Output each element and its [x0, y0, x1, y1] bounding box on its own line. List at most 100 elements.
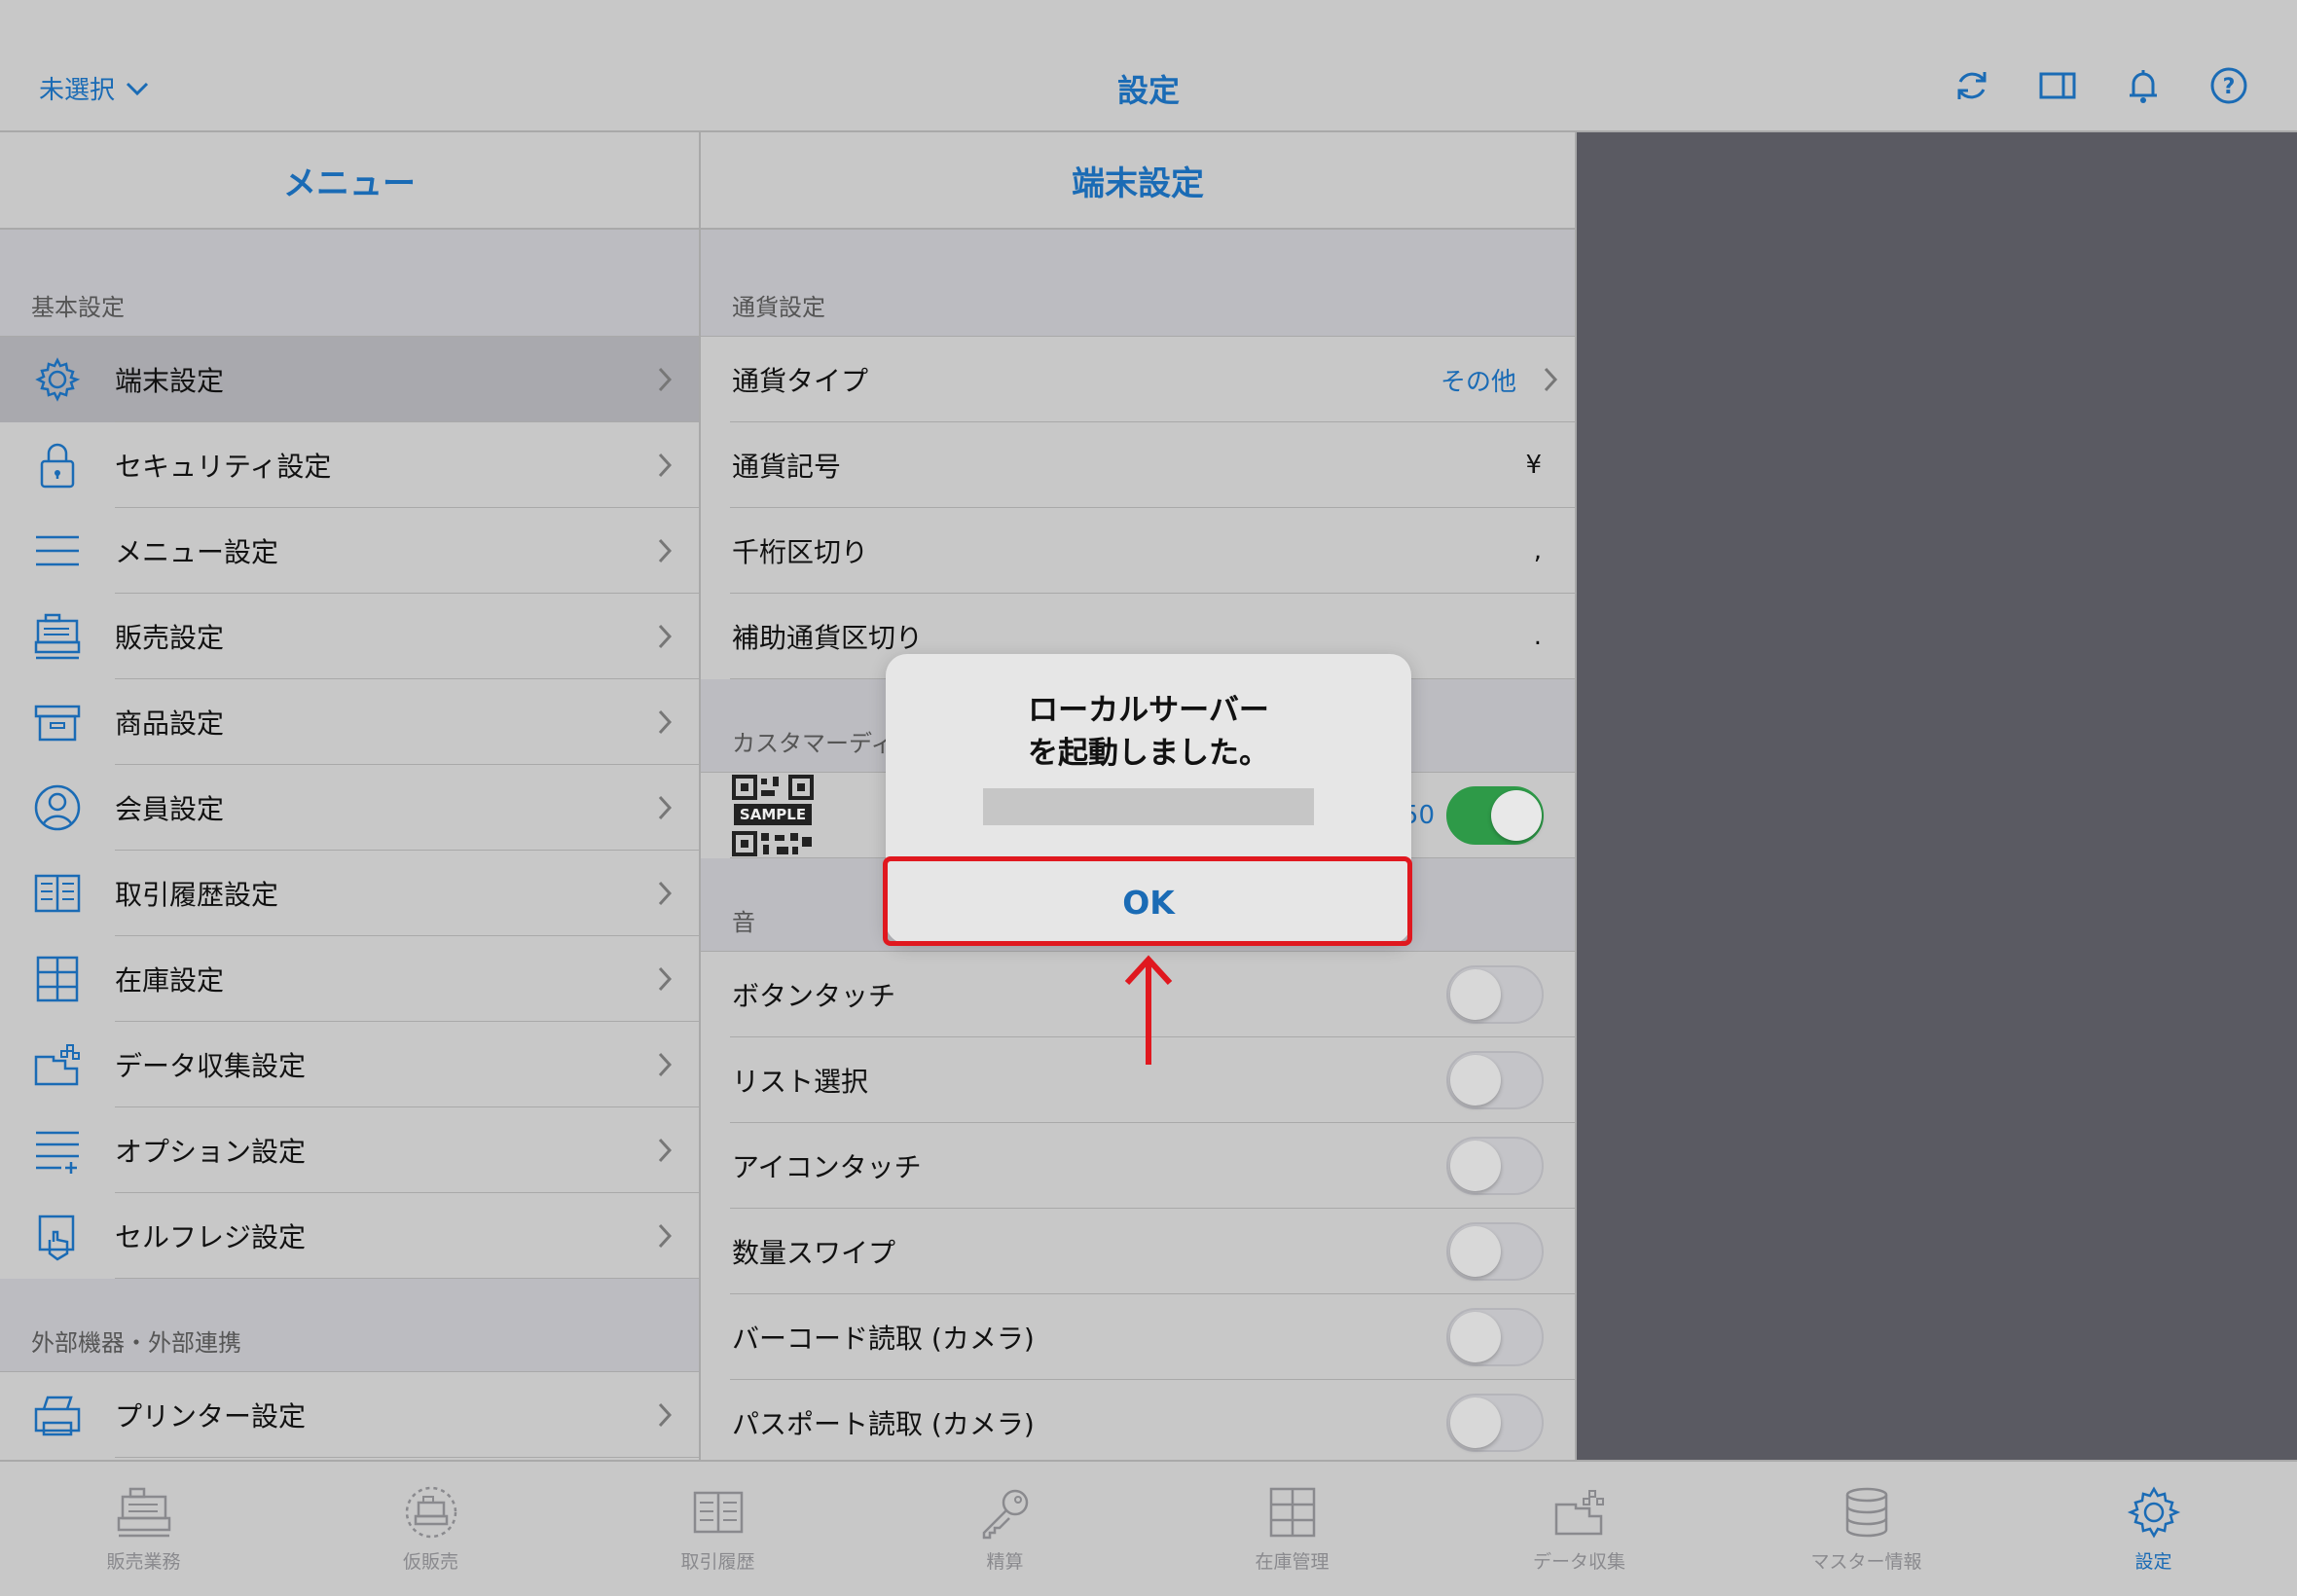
menu-item-self-register-settings[interactable]: セルフレジ設定	[0, 1193, 699, 1279]
chevron-right-icon	[658, 1402, 673, 1428]
menu-item-printer-settings[interactable]: プリンター設定	[0, 1372, 699, 1458]
temp-sale-tab-icon	[405, 1486, 456, 1538]
svg-text:?: ?	[2223, 75, 2236, 99]
menu-item-sales-settings[interactable]: 販売設定	[0, 594, 699, 679]
chevron-right-icon	[658, 1223, 673, 1249]
sync-button[interactable]	[1952, 64, 1991, 107]
decimal-separator-label: 補助通貨区切り	[732, 622, 924, 654]
menu-item-option-settings[interactable]: オプション設定	[0, 1107, 699, 1193]
currency-symbol-value: ¥	[1525, 451, 1542, 480]
menu-item-menu-settings[interactable]: メニュー設定	[0, 508, 699, 594]
bell-icon	[2130, 70, 2157, 103]
chevron-right-icon	[658, 795, 673, 820]
split-view-button[interactable]	[2038, 64, 2077, 107]
chevron-right-icon	[658, 709, 673, 735]
quantity-swipe-toggle[interactable]	[1446, 1222, 1544, 1281]
self-register-icon	[38, 1215, 75, 1261]
book-icon	[34, 874, 81, 913]
hamburger-icon	[36, 535, 79, 566]
tab-label: 販売業務	[106, 1550, 181, 1573]
list-select-toggle[interactable]	[1446, 1051, 1544, 1109]
tab-history[interactable]: 取引履歴	[574, 1462, 861, 1596]
qr-code-image: SAMPLE	[732, 775, 814, 856]
alert-title-line2: を起動しました。	[1028, 736, 1269, 771]
currency-type-value: その他	[1440, 367, 1516, 397]
notification-button[interactable]	[2124, 64, 2163, 107]
thousands-separator-label: 千桁区切り	[732, 536, 869, 568]
tab-sales[interactable]: 販売業務	[0, 1462, 287, 1596]
thousands-separator-row[interactable]: 千桁区切り ,	[701, 508, 1575, 594]
chevron-right-icon	[658, 881, 673, 906]
chevron-right-icon	[658, 1138, 673, 1163]
data-tab-icon	[1554, 1489, 1604, 1535]
tab-master-info[interactable]: マスター情報	[1723, 1462, 2010, 1596]
tab-label: マスター情報	[1810, 1550, 1922, 1573]
sound-quantity-swipe-row: 数量スワイプ	[701, 1209, 1575, 1294]
menu-item-label: メニュー設定	[115, 536, 279, 568]
box-icon	[34, 705, 81, 742]
currency-type-label: 通貨タイプ	[732, 365, 869, 397]
sound-item-label: パスポート読取 (カメラ)	[732, 1408, 1035, 1440]
help-icon: ?	[2210, 67, 2247, 104]
menu-item-data-collection-settings[interactable]: データ収集設定	[0, 1022, 699, 1107]
menu-item-label: 取引履歴設定	[115, 879, 279, 911]
passport-camera-toggle[interactable]	[1446, 1394, 1544, 1452]
tab-label: 在庫管理	[1255, 1550, 1330, 1573]
gear-icon	[35, 357, 81, 402]
menu-item-inventory-settings[interactable]: 在庫設定	[0, 936, 699, 1022]
chevron-right-icon	[658, 367, 673, 392]
menu-item-label: セキュリティ設定	[115, 451, 332, 483]
data-collect-icon	[34, 1044, 80, 1086]
tab-label: 仮販売	[402, 1550, 458, 1573]
section-basic-settings: 基本設定	[0, 230, 699, 337]
currency-symbol-row[interactable]: 通貨記号 ¥	[701, 422, 1575, 508]
tab-data-collection[interactable]: データ収集	[1436, 1462, 1723, 1596]
chevron-right-icon	[658, 624, 673, 649]
tab-label: 精算	[986, 1550, 1024, 1573]
tab-temp-sale[interactable]: 仮販売	[287, 1462, 574, 1596]
section-external-devices: 外部機器・外部連携	[0, 1279, 699, 1372]
section-currency: 通貨設定	[701, 230, 1575, 337]
menu-item-label: 会員設定	[115, 793, 225, 825]
qr-sample-label: SAMPLE	[734, 804, 812, 825]
currency-type-row[interactable]: 通貨タイプ その他	[701, 337, 1575, 422]
menu-item-label: 在庫設定	[115, 964, 225, 997]
up-arrow-annotation	[1124, 955, 1173, 1065]
menu-item-security-settings[interactable]: セキュリティ設定	[0, 422, 699, 508]
menu-item-label: 販売設定	[115, 622, 225, 654]
sound-passport-camera-row: パスポート読取 (カメラ)	[701, 1380, 1575, 1460]
user-icon	[34, 784, 81, 831]
redacted-address	[983, 788, 1314, 825]
icon-touch-toggle[interactable]	[1446, 1137, 1544, 1195]
customer-display-toggle[interactable]	[1446, 786, 1544, 845]
tab-inventory[interactable]: 在庫管理	[1148, 1462, 1436, 1596]
menu-item-product-settings[interactable]: 商品設定	[0, 679, 699, 765]
sound-item-label: ボタンタッチ	[732, 980, 896, 1012]
barcode-camera-toggle[interactable]	[1446, 1308, 1544, 1366]
top-navigation-bar: 未選択 設定 ?	[0, 0, 2297, 132]
ok-button-highlight	[883, 856, 1412, 946]
database-tab-icon	[1845, 1487, 1887, 1537]
sound-item-label: リスト選択	[732, 1066, 869, 1098]
menu-item-terminal-settings[interactable]: 端末設定	[0, 337, 699, 422]
menu-header: メニュー	[0, 132, 699, 230]
button-touch-toggle[interactable]	[1446, 965, 1544, 1024]
menu-item-member-settings[interactable]: 会員設定	[0, 765, 699, 851]
sound-barcode-camera-row: バーコード読取 (カメラ)	[701, 1294, 1575, 1380]
options-list-icon	[36, 1131, 79, 1174]
menu-item-label: 端末設定	[115, 365, 225, 397]
menu-item-label: セルフレジ設定	[115, 1221, 307, 1253]
history-tab-icon	[693, 1491, 743, 1533]
alert-title: ローカルサーバー を起動しました。	[886, 689, 1411, 775]
currency-symbol-label: 通貨記号	[732, 451, 842, 483]
tab-settings[interactable]: 設定	[2010, 1462, 2297, 1596]
tab-label: 設定	[2134, 1550, 2172, 1573]
menu-item-history-settings[interactable]: 取引履歴設定	[0, 851, 699, 936]
printer-icon	[34, 1396, 81, 1436]
help-button[interactable]: ?	[2209, 64, 2248, 107]
shelf-icon	[36, 956, 79, 1002]
chevron-right-icon	[658, 453, 673, 478]
tab-settlement[interactable]: 精算	[861, 1462, 1148, 1596]
register-tab-icon	[117, 1487, 170, 1537]
decimal-separator-value: .	[1533, 622, 1542, 651]
